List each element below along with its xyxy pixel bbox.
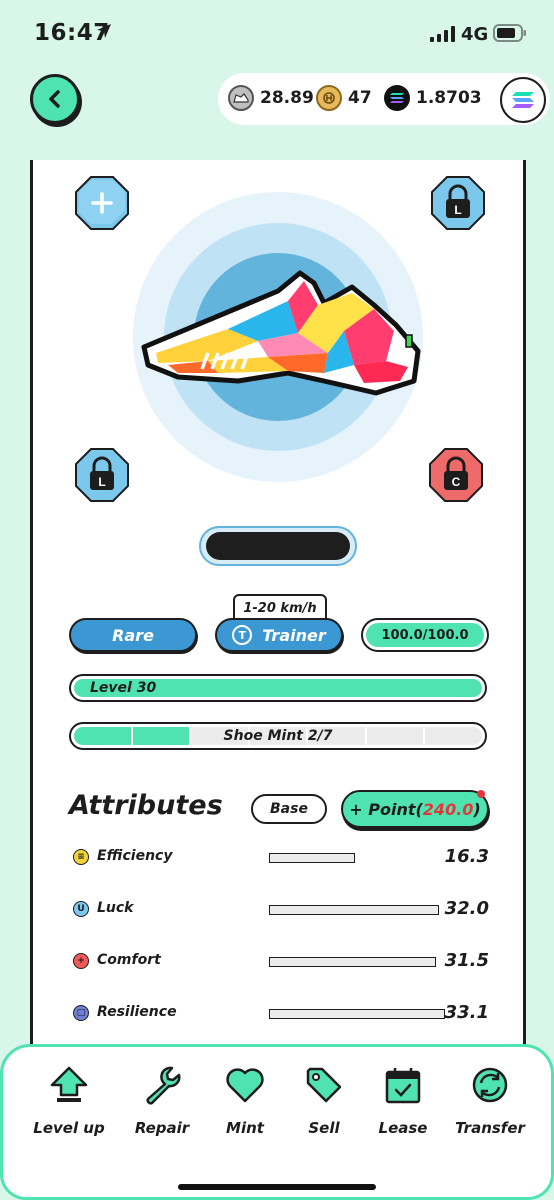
attribute-track [269,957,445,967]
location-arrow-icon [96,23,112,43]
attribute-bar [269,957,437,967]
sneaker-image [141,270,421,396]
sol-balance: 1.8703 [384,85,482,111]
attribute-bar [269,905,439,915]
durability-value: 100.0/100.0 [366,623,484,647]
price-tag-icon [306,1067,342,1103]
attribute-value: 31.5 [444,950,489,971]
sneaker-name-pill [199,526,357,566]
sneaker-type-badge: T Trainer [215,618,343,652]
sneaker-type-label: Trainer [262,625,326,645]
level-up-arrow-icon [50,1066,88,1102]
point-value: 240.0 [422,799,474,819]
signal-bars-icon [430,26,456,46]
shoe-mint-label: Shoe Mint 2/7 [223,728,333,744]
lease-button[interactable]: Lease [363,1065,443,1137]
bottom-action-bar: Level up Repair Mint Sell Lease Transfer [0,1044,554,1200]
transfer-icon [472,1067,508,1103]
lock-icon: C [429,448,483,502]
chevron-left-icon [49,90,60,108]
plus-octagon-icon [75,176,129,230]
home-indicator[interactable] [178,1184,376,1190]
attribute-track [269,1009,445,1019]
attribute-value: 32.0 [444,898,489,919]
gst-balance: 28.89 [228,85,314,111]
attribute-row: + Comfort 31.5 [73,950,493,974]
wallet-solana-button[interactable] [500,77,546,123]
locked-slot-bottom-left[interactable]: L [73,446,131,504]
attribute-label: Resilience [97,1004,177,1020]
level-up-button[interactable]: Level up [29,1065,109,1137]
balance-bar: 28.89 47 1.8703 [218,73,550,125]
wrench-icon [146,1066,181,1105]
attribute-track [269,905,445,915]
efficiency-icon: ≡ [73,849,89,865]
base-button[interactable]: Base [251,794,327,824]
lock-icon: L [75,448,129,502]
attribute-value: 16.3 [444,846,489,867]
point-suffix: ) [473,799,481,819]
attributes-title: Attributes [69,790,223,821]
add-gem-slot[interactable] [73,174,131,232]
attribute-row: ≡ Efficiency 16.3 [73,846,493,870]
attribute-row: □ Resilience 33.1 [73,1002,493,1026]
status-bar: 16:47 4G [0,0,554,62]
sneaker-name-redacted [206,532,350,560]
attribute-bar [269,853,356,863]
network-type: 4G [461,24,489,45]
gmt-balance: 47 [316,85,372,111]
svg-text:L: L [454,203,461,217]
calendar-icon [385,1068,421,1104]
svg-text:L: L [98,475,105,489]
rarity-badge: Rare [69,618,197,652]
add-point-button[interactable]: + Point(240.0) [341,790,489,828]
attribute-row: U Luck 32.0 [73,898,493,922]
level-bar: Level 30 [69,674,487,702]
notification-dot [477,790,485,798]
level-label: Level 30 [74,679,482,697]
mint-button[interactable]: Mint [205,1065,285,1137]
attribute-track [269,853,445,863]
svg-text:C: C [452,475,461,489]
trainer-type-icon: T [232,625,253,645]
back-button[interactable] [30,74,80,124]
battery-icon [493,24,527,46]
resilience-icon: □ [73,1005,89,1021]
attribute-bar [269,1009,445,1019]
repair-button[interactable]: Repair [122,1065,202,1137]
solana-icon [512,92,534,108]
sneaker-token-icon [228,85,254,111]
attribute-value: 33.1 [444,1002,489,1023]
attribute-label: Luck [97,900,134,916]
shoe-mint-bar: Shoe Mint 2/7 [69,722,487,750]
comfort-icon: + [73,953,89,969]
heart-icon [226,1068,264,1103]
attribute-label: Efficiency [97,848,173,864]
locked-slot-top-right[interactable]: L [429,174,487,232]
lock-icon: L [431,176,485,230]
transfer-button[interactable]: Transfer [450,1065,530,1137]
sell-button[interactable]: Sell [284,1065,364,1137]
luck-icon: U [73,901,89,917]
sneaker-card: L L C 1-20 km/h Rare T Trainer 100.0/100… [30,160,526,1060]
solana-icon [384,85,410,111]
locked-slot-bottom-right[interactable]: C [427,446,485,504]
durability-badge: 100.0/100.0 [361,618,489,652]
attribute-label: Comfort [97,952,161,968]
gmt-coin-icon [316,85,342,111]
point-prefix: + Point( [349,799,423,819]
